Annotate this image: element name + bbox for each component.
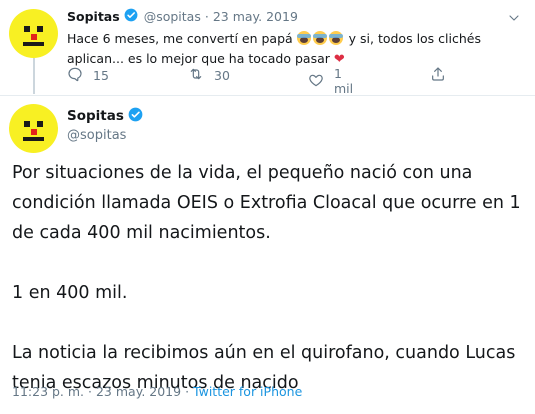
- tweet-parent[interactable]: Sopitas @sopitas · 23 may. 2019 Hace 6 m…: [0, 0, 535, 96]
- reply-icon: [67, 66, 83, 85]
- screaming-face-emoji: [312, 31, 327, 45]
- retweet-button[interactable]: 30: [188, 66, 230, 85]
- thread-line: [33, 58, 35, 94]
- heart-icon: [308, 72, 324, 91]
- separator: ·: [185, 384, 190, 399]
- tweet-source-link[interactable]: Twitter for iPhone: [193, 384, 302, 399]
- share-icon: [430, 66, 446, 85]
- tweet-text: Por situaciones de la vida, el pequeño n…: [12, 163, 521, 393]
- tweet-meta: 11:23 p. m. · 23 may. 2019 · Twitter for…: [12, 384, 302, 399]
- tweet-text: Hace 6 meses, me convertí en papá y si, …: [67, 31, 481, 67]
- red-heart-emoji: ❤: [333, 52, 345, 67]
- chevron-down-icon[interactable]: [508, 9, 520, 28]
- share-button[interactable]: [430, 66, 446, 85]
- separator: ·: [204, 8, 209, 24]
- separator: ·: [88, 384, 92, 399]
- screaming-face-emoji: [328, 31, 343, 45]
- retweet-count: 30: [214, 68, 230, 83]
- author-name[interactable]: Sopitas: [67, 9, 120, 24]
- tweet-main: Sopitas @sopitas Por situaciones de la v…: [0, 96, 535, 414]
- author-name[interactable]: Sopitas: [67, 108, 124, 124]
- verified-badge-icon: [124, 8, 138, 25]
- reply-button[interactable]: 15: [67, 66, 109, 85]
- tweet-time[interactable]: 11:23 p. m.: [12, 384, 84, 399]
- avatar[interactable]: [9, 9, 58, 58]
- tweet-date[interactable]: 23 may. 2019: [213, 9, 298, 24]
- author-handle[interactable]: @sopitas: [67, 128, 126, 143]
- tweet-date[interactable]: 23 may. 2019: [96, 384, 181, 399]
- verified-badge-icon: [128, 107, 143, 126]
- reply-count: 15: [93, 68, 109, 83]
- retweet-icon: [188, 66, 204, 85]
- avatar[interactable]: [9, 104, 58, 153]
- author-handle[interactable]: @sopitas: [144, 9, 201, 24]
- screaming-face-emoji: [296, 31, 311, 45]
- like-button[interactable]: 1 mil: [308, 66, 353, 96]
- like-count: 1 mil: [334, 66, 354, 96]
